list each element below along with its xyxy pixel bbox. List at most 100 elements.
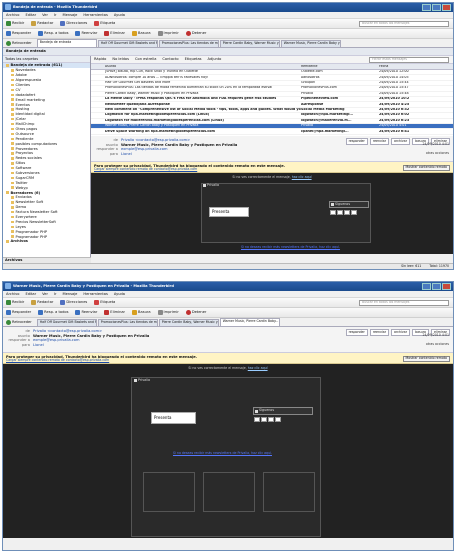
menu-editar[interactable]: Editar: [25, 13, 36, 17]
junk-button[interactable]: Basura: [132, 31, 151, 36]
tab-message-3[interactable]: Pierre Cardin Baby, Warner Music y Pu...: [158, 319, 219, 326]
menu-ir[interactable]: Ir: [54, 13, 57, 17]
maximize-button[interactable]: [432, 283, 441, 290]
from-value[interactable]: Privalia <contacto@esp.privalia.com>: [121, 138, 190, 142]
menu-ver[interactable]: Ver: [42, 292, 48, 296]
tab-message-2[interactable]: PromocionesPlus: Las tiendas de moda h..…: [97, 319, 158, 326]
junk-button[interactable]: Basura: [132, 310, 151, 315]
minimize-button[interactable]: [422, 283, 431, 290]
hdr-forward-button[interactable]: reenviar: [369, 138, 390, 145]
filter-quick[interactable]: Rápido: [94, 57, 106, 61]
message-row[interactable]: Drive Space Warning on npa.marketinglobe…: [91, 129, 453, 135]
view-online-link[interactable]: haz clic aquí: [292, 175, 312, 179]
reply-button[interactable]: Responder: [6, 31, 31, 36]
youtube-icon[interactable]: [351, 210, 357, 215]
show-remote-content-button[interactable]: Mostrar contenido remoto: [402, 164, 450, 172]
column-date[interactable]: Fecha: [379, 65, 429, 69]
menu-herramientas[interactable]: Herramientas: [83, 292, 107, 296]
hdr-reply-button[interactable]: responder: [345, 329, 368, 336]
unsubscribe-link[interactable]: Si no deseas recibir más newsletters de …: [241, 245, 340, 250]
from-value[interactable]: Privalia <contacto@esp.privalia.com>: [33, 329, 102, 333]
folder-icon: [11, 201, 14, 204]
twitter-icon[interactable]: [337, 210, 343, 215]
mail-toolbar: Recibir Redactar Direcciones Etiqueta Bu…: [3, 298, 453, 308]
menu-mensaje[interactable]: Mensaje: [63, 13, 78, 17]
view-online-link[interactable]: haz clic aquí: [248, 366, 268, 370]
menu-editar[interactable]: Editar: [25, 292, 36, 296]
filter-attachment[interactable]: Adjunto: [208, 57, 222, 61]
minimize-button[interactable]: [422, 4, 431, 11]
write-button[interactable]: Redactar: [31, 300, 53, 305]
filter-tags[interactable]: Etiquetas: [185, 57, 202, 61]
menu-ayuda[interactable]: Ayuda: [114, 292, 125, 296]
get-mail-button[interactable]: Recibir: [6, 21, 24, 26]
folder-pane-title[interactable]: Todas las carpetas: [3, 56, 90, 63]
tab-message-3[interactable]: Pierre Cardin Baby, Warner Music y Pu...: [219, 40, 280, 47]
filter-starred[interactable]: Con estrella: [135, 57, 156, 61]
youtube-icon[interactable]: [275, 417, 281, 422]
twitter-icon[interactable]: [261, 417, 267, 422]
forward-button[interactable]: Reenviar: [75, 31, 97, 36]
address-book-button[interactable]: Direcciones: [60, 21, 87, 26]
filter-contact[interactable]: Contacto: [162, 57, 178, 61]
forward-button[interactable]: Reenviar: [75, 310, 97, 315]
search-input[interactable]: Buscar en todos los mensajes: [359, 20, 449, 27]
other-actions-button[interactable]: otras acciones: [426, 343, 449, 347]
menu-ir[interactable]: Ir: [54, 292, 57, 296]
tab-message-1[interactable]: Half Off Gourmet Gift Baskets and Mor...: [36, 319, 97, 326]
tab-message-4[interactable]: Warner Music, Pierre Cardin Baby y Po...: [280, 40, 341, 47]
stop-button[interactable]: Detener: [185, 310, 206, 315]
filter-input[interactable]: Filtrar estos mensajes: [369, 56, 449, 63]
menu-ayuda[interactable]: Ayuda: [114, 13, 125, 17]
menu-archivo[interactable]: Archivo: [6, 13, 19, 17]
menu-herramientas[interactable]: Herramientas: [83, 13, 107, 17]
back-button[interactable]: Retroceder: [6, 319, 32, 326]
tuenti-icon[interactable]: [268, 417, 274, 422]
menu-mensaje[interactable]: Mensaje: [63, 292, 78, 296]
search-input[interactable]: Buscar en todos los mensajes: [359, 299, 449, 306]
show-remote-content-button[interactable]: Mostrar contenido remoto: [402, 355, 450, 363]
tab-message-2[interactable]: PromocionesPlus: Las tiendas de moda h..…: [158, 40, 219, 47]
close-button[interactable]: [442, 4, 451, 11]
back-button[interactable]: Retroceder: [6, 40, 32, 47]
hdr-archive-button[interactable]: archivar: [391, 138, 411, 145]
close-button[interactable]: [442, 283, 451, 290]
tag-button[interactable]: Etiqueta: [94, 21, 115, 26]
facebook-icon[interactable]: [330, 210, 336, 215]
delete-button[interactable]: Eliminar: [104, 310, 125, 315]
filter-unread[interactable]: No leídos: [112, 57, 129, 61]
menu-ver[interactable]: Ver: [42, 13, 48, 17]
get-mail-button[interactable]: Recibir: [6, 300, 24, 305]
address-book-button[interactable]: Direcciones: [60, 300, 87, 305]
unsubscribe-link[interactable]: Si no deseas recibir más newsletters de …: [173, 451, 272, 456]
delete-button[interactable]: Eliminar: [104, 31, 125, 36]
maximize-button[interactable]: [432, 4, 441, 11]
other-actions-button[interactable]: otras acciones: [426, 152, 449, 156]
tag-button[interactable]: Etiqueta: [94, 300, 115, 305]
reply-to-value[interactable]: exmple@esp.privalia.com: [121, 147, 167, 151]
tab-message-4[interactable]: Warner Music, Pierre Cardin Baby...: [219, 318, 280, 326]
menu-archivo[interactable]: Archivo: [6, 292, 19, 296]
reply-all-button[interactable]: Resp. a todos: [38, 31, 68, 36]
column-subject[interactable]: Asunto: [91, 65, 301, 69]
reply-button[interactable]: Responder: [6, 310, 31, 315]
tab-inbox[interactable]: Bandeja de entrada: [36, 39, 97, 47]
column-sender[interactable]: Remitente: [301, 65, 379, 69]
reply-to-value[interactable]: exmple@esp.privalia.com: [33, 338, 79, 342]
hdr-archive-button[interactable]: archivar: [391, 329, 411, 336]
write-button[interactable]: Redactar: [31, 21, 53, 26]
tuenti-icon[interactable]: [344, 210, 350, 215]
always-load-link[interactable]: Cargar siempre contenido remoto de conta…: [94, 167, 450, 172]
print-button[interactable]: Imprimir: [157, 310, 179, 315]
reply-all-button[interactable]: Resp. a todos: [38, 310, 68, 315]
print-button[interactable]: Imprimir: [157, 31, 179, 36]
folder-item[interactable]: Archivos: [3, 239, 90, 244]
tab-message-1[interactable]: Half Off Gourmet Gift Baskets and Mor...: [97, 40, 158, 47]
to-value[interactable]: Lionel: [33, 343, 44, 347]
always-load-link[interactable]: Cargar siempre contenido remoto de conta…: [6, 358, 450, 363]
hdr-forward-button[interactable]: reenviar: [369, 329, 390, 336]
facebook-icon[interactable]: [254, 417, 260, 422]
stop-button[interactable]: Detener: [185, 31, 206, 36]
to-value[interactable]: Lionel: [121, 152, 132, 156]
hdr-reply-button[interactable]: responder: [345, 138, 368, 145]
